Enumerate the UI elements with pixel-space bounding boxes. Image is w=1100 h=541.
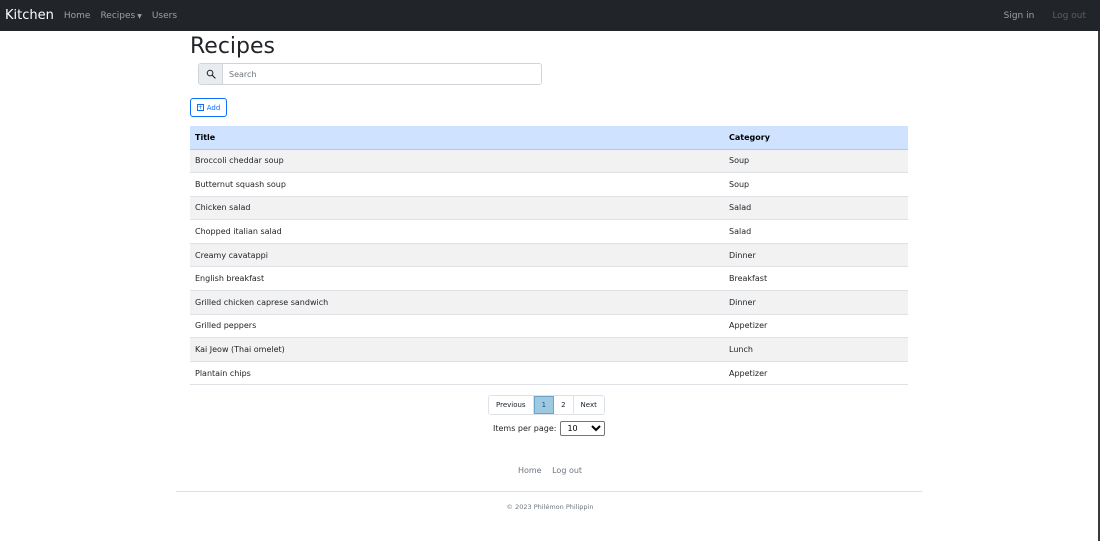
- table-row[interactable]: Grilled peppers Appetizer: [190, 314, 908, 339]
- recipe-title[interactable]: Butternut squash soup: [190, 172, 724, 197]
- table-row[interactable]: Broccoli cheddar soup Soup: [190, 149, 908, 174]
- recipe-title[interactable]: Kai Jeow (Thai omelet): [190, 337, 724, 362]
- recipe-category: Dinner: [724, 290, 908, 315]
- table-row[interactable]: Butternut squash soup Soup: [190, 172, 908, 197]
- pagination-page-2[interactable]: 2: [554, 396, 574, 414]
- recipe-category: Salad: [724, 196, 908, 221]
- nav-link-recipes-dropdown[interactable]: Recipes ▼: [100, 11, 141, 21]
- recipe-title[interactable]: Grilled peppers: [190, 314, 724, 339]
- items-per-page: Items per page: 10: [493, 421, 606, 436]
- nav-link-home[interactable]: Home: [64, 11, 91, 21]
- table-row[interactable]: Plantain chips Appetizer: [190, 361, 908, 386]
- footer-divider: [176, 491, 922, 492]
- search-input[interactable]: [223, 64, 541, 84]
- recipe-title[interactable]: Broccoli cheddar soup: [190, 149, 724, 174]
- copyright-text: © 2023 Philémon Philippin: [506, 503, 594, 511]
- table-row[interactable]: Grilled chicken caprese sandwich Dinner: [190, 290, 908, 315]
- footer-links: Home Log out: [0, 466, 1100, 475]
- recipe-title[interactable]: Plantain chips: [190, 361, 724, 386]
- search-icon: [199, 64, 223, 84]
- recipe-title[interactable]: English breakfast: [190, 266, 724, 292]
- pagination-previous[interactable]: Previous: [489, 396, 534, 414]
- nav-link-recipes-label: Recipes: [100, 10, 136, 21]
- sign-in-link[interactable]: Sign in: [1004, 11, 1035, 21]
- recipe-title[interactable]: Chicken salad: [190, 196, 724, 221]
- caret-down-icon: ▼: [137, 12, 142, 20]
- add-button-label: Add: [206, 103, 221, 112]
- recipe-category: Soup: [724, 172, 908, 197]
- recipe-category: Soup: [724, 149, 908, 174]
- pagination-next[interactable]: Next: [573, 396, 604, 414]
- plus-square-icon: +: [196, 104, 204, 111]
- add-recipe-button[interactable]: + Add: [190, 98, 227, 117]
- table-row[interactable]: Kai Jeow (Thai omelet) Lunch: [190, 337, 908, 362]
- log-out-link[interactable]: Log out: [1052, 11, 1086, 21]
- column-header-title[interactable]: Title: [190, 126, 724, 150]
- items-per-page-select[interactable]: 10: [560, 421, 606, 436]
- recipe-category: Breakfast: [724, 266, 908, 292]
- recipe-category: Appetizer: [724, 361, 908, 386]
- recipe-title[interactable]: Creamy cavatappi: [190, 243, 724, 268]
- brand-logo[interactable]: Kitchen: [5, 8, 54, 23]
- recipe-category: Dinner: [724, 243, 908, 268]
- recipe-title[interactable]: Chopped italian salad: [190, 219, 724, 244]
- search-group: [198, 63, 542, 85]
- nav-link-users[interactable]: Users: [152, 11, 177, 21]
- recipe-category: Appetizer: [724, 314, 908, 339]
- pagination: Previous 1 2 Next: [488, 395, 605, 415]
- page-title: Recipes: [190, 34, 276, 59]
- recipe-category: Lunch: [724, 337, 908, 362]
- recipe-category: Salad: [724, 219, 908, 244]
- recipes-table: Title Category Broccoli cheddar soup Soup…: [190, 126, 908, 386]
- table-row[interactable]: Chopped italian salad Salad: [190, 219, 908, 244]
- table-row[interactable]: Chicken salad Salad: [190, 196, 908, 221]
- recipe-title[interactable]: Grilled chicken caprese sandwich: [190, 290, 724, 315]
- footer-link-home[interactable]: Home: [518, 466, 542, 475]
- table-row[interactable]: Creamy cavatappi Dinner: [190, 243, 908, 268]
- table-row[interactable]: English breakfast Breakfast: [190, 266, 908, 292]
- table-header-row: Title Category: [190, 126, 908, 150]
- pagination-page-1[interactable]: 1: [533, 396, 555, 414]
- nav-right-group: Sign in Log out: [1004, 0, 1086, 31]
- column-header-category[interactable]: Category: [724, 126, 908, 150]
- items-per-page-label: Items per page:: [493, 424, 557, 433]
- footer-link-log-out[interactable]: Log out: [552, 466, 582, 475]
- navbar: Kitchen Home Recipes ▼ Users Sign in Log …: [0, 0, 1100, 31]
